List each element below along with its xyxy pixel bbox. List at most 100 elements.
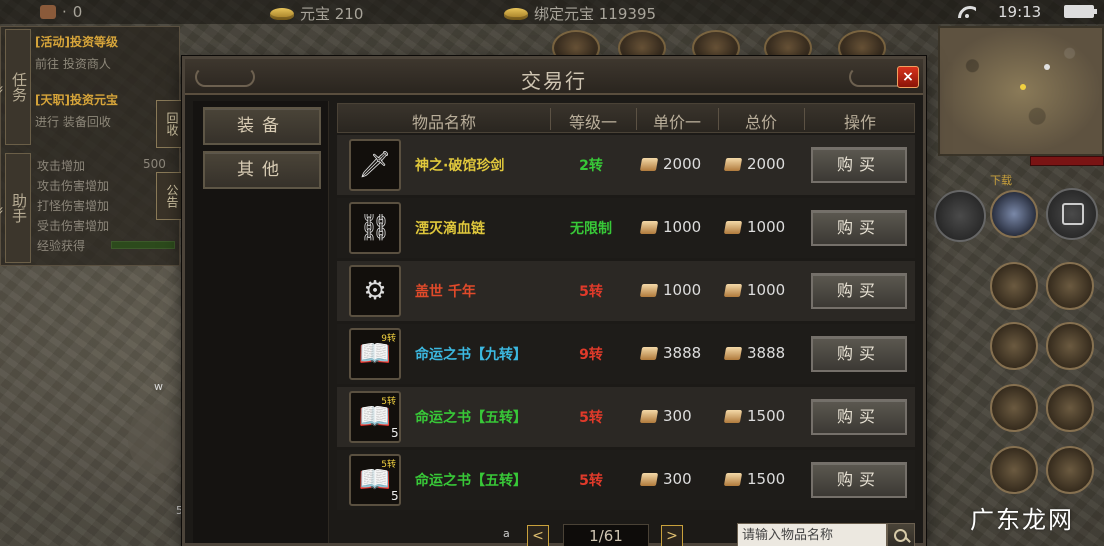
buy-button[interactable]: 购买 xyxy=(811,273,907,309)
grid-menu-button[interactable] xyxy=(1046,188,1098,240)
category-other-button[interactable]: 其他 xyxy=(203,151,321,189)
dialog-header: 交易行 × xyxy=(185,59,923,95)
coin-icon xyxy=(723,220,743,234)
search-button[interactable] xyxy=(887,523,915,546)
recycle-side-button[interactable]: 回收 xyxy=(156,100,182,148)
total-price: 2000 xyxy=(723,155,785,173)
coin-icon xyxy=(723,409,743,423)
table-row[interactable]: ⚙ 盖世 千年 5转 1000 1000 购买 xyxy=(337,261,915,321)
unit-price-value: 1000 xyxy=(663,218,702,236)
target-hp-bar xyxy=(1030,156,1104,166)
ingot-icon xyxy=(504,7,528,20)
skill-button[interactable] xyxy=(1046,384,1094,432)
book-icon[interactable]: 📖 5转 5 xyxy=(349,391,401,443)
item-name: 盖世 千年 xyxy=(415,284,476,300)
total-price-value: 3888 xyxy=(747,344,786,362)
item-badge: 5转 xyxy=(381,460,396,470)
skill-button[interactable] xyxy=(990,322,1038,370)
coin-icon xyxy=(723,157,743,171)
grid-icon xyxy=(1062,203,1084,225)
search-input[interactable]: 请输入物品名称 xyxy=(737,523,887,546)
download-label[interactable]: 下载 xyxy=(990,172,1012,188)
skill-button[interactable] xyxy=(934,190,986,242)
buy-button[interactable]: 购买 xyxy=(811,462,907,498)
table-row[interactable]: 🗡 神之·破馆珍剑 2转 2000 2000 购买 xyxy=(337,135,915,195)
minimap[interactable] xyxy=(938,26,1104,156)
buy-button[interactable]: 购买 xyxy=(811,399,907,435)
unit-price: 2000 xyxy=(639,155,701,173)
quest1-desc: 前往 投资商人 xyxy=(35,57,111,71)
status-bar: · 0 元宝 210 绑定元宝 119395 19:13 xyxy=(0,0,1104,24)
total-price-value: 1500 xyxy=(747,407,786,425)
buy-button[interactable]: 购买 xyxy=(811,147,907,183)
quest-tab[interactable]: 任务 » xyxy=(0,29,31,145)
unit-price: 1000 xyxy=(639,281,701,299)
table-row[interactable]: 📖 5转 5 命运之书【五转】 5转 300 1500 购买 xyxy=(337,387,915,447)
watermark: 广东龙网 xyxy=(970,506,1074,534)
pager-marker: a xyxy=(503,527,510,540)
clock: 19:13 xyxy=(998,3,1042,21)
skill-button[interactable] xyxy=(990,384,1038,432)
helper-line: 经验获得 xyxy=(37,239,86,253)
skill-button[interactable] xyxy=(1046,262,1094,310)
helper-progress-bar xyxy=(111,241,175,249)
book-icon[interactable]: 📖 5转 5 xyxy=(349,454,401,506)
book-icon[interactable]: 📖 9转 xyxy=(349,328,401,380)
item-quantity: 5 xyxy=(391,426,399,440)
table-row[interactable]: 📖 9转 命运之书【九转】 9转 3888 3888 购买 xyxy=(337,324,915,384)
prev-page-button[interactable]: < xyxy=(527,525,549,546)
page-indicator: 1/61 xyxy=(563,524,649,546)
table-row[interactable]: ⛓ 湮灭滴血链 无限制 1000 1000 购买 xyxy=(337,198,915,258)
total-price-value: 1500 xyxy=(747,470,786,488)
helper-line: 攻击增加 xyxy=(37,159,86,173)
close-button[interactable]: × xyxy=(897,66,919,88)
unit-price: 300 xyxy=(639,407,692,425)
coin-icon xyxy=(723,346,743,360)
mount-skill-button[interactable] xyxy=(990,190,1038,238)
quest1-title[interactable]: [活动]投资等级 xyxy=(35,33,118,50)
item-name: 命运之书【五转】 xyxy=(415,410,527,426)
item-level: 无限制 xyxy=(570,221,612,237)
skill-button[interactable] xyxy=(1046,446,1094,494)
column-item-name: 物品名称 xyxy=(411,113,476,132)
quest2-title[interactable]: [天职]投资元宝 xyxy=(35,91,118,108)
skill-button[interactable] xyxy=(990,262,1038,310)
item-glyph: 🗡 xyxy=(358,150,392,180)
sword-icon[interactable]: 🗡 xyxy=(349,139,401,191)
dialog-title: 交易行 xyxy=(521,69,587,93)
next-page-button[interactable]: > xyxy=(661,525,683,546)
helper-line: 受击伤害增加 xyxy=(37,219,110,233)
coin-icon xyxy=(639,346,659,360)
helper-tab-label: 助手 xyxy=(10,193,28,223)
skill-button[interactable] xyxy=(990,446,1038,494)
table-header: 物品名称 等级一 单价一 总价 操作 xyxy=(337,103,915,133)
map-marker: w xyxy=(154,380,163,393)
unit-price: 1000 xyxy=(639,218,702,236)
helper-value: 500 xyxy=(143,157,166,171)
helper-tab[interactable]: 助手 » xyxy=(0,153,31,263)
item-glyph: ⚙ xyxy=(363,276,387,306)
joystick[interactable] xyxy=(128,404,184,474)
column-level-sort[interactable]: 等级一 xyxy=(550,109,636,133)
unit-price: 300 xyxy=(639,470,692,488)
bound-yuanbao-text: 绑定元宝 119395 xyxy=(534,5,657,23)
chain-icon[interactable]: ⛓ xyxy=(349,202,401,254)
player-marker-icon xyxy=(1020,84,1026,90)
total-price-value: 1000 xyxy=(747,281,786,299)
notice-side-button[interactable]: 公告 xyxy=(156,172,182,220)
item-name: 湮灭滴血链 xyxy=(415,221,485,237)
buy-button[interactable]: 购买 xyxy=(811,210,907,246)
buy-button[interactable]: 购买 xyxy=(811,336,907,372)
armor-icon[interactable]: ⚙ xyxy=(349,265,401,317)
column-unit-price-sort[interactable]: 单价一 xyxy=(636,109,718,133)
category-equipment-button[interactable]: 装备 xyxy=(203,107,321,145)
coin-icon xyxy=(639,472,659,486)
unit-price-value: 300 xyxy=(663,407,692,425)
skill-button[interactable] xyxy=(1046,322,1094,370)
table-row[interactable]: 📖 5转 5 命运之书【五转】 5转 300 1500 购买 xyxy=(337,450,915,510)
item-name: 命运之书【九转】 xyxy=(415,347,527,363)
unit-price-value: 300 xyxy=(663,470,692,488)
status-left: · 0 xyxy=(40,3,82,21)
left-value: 0 xyxy=(72,3,83,21)
coin-icon xyxy=(639,283,659,297)
